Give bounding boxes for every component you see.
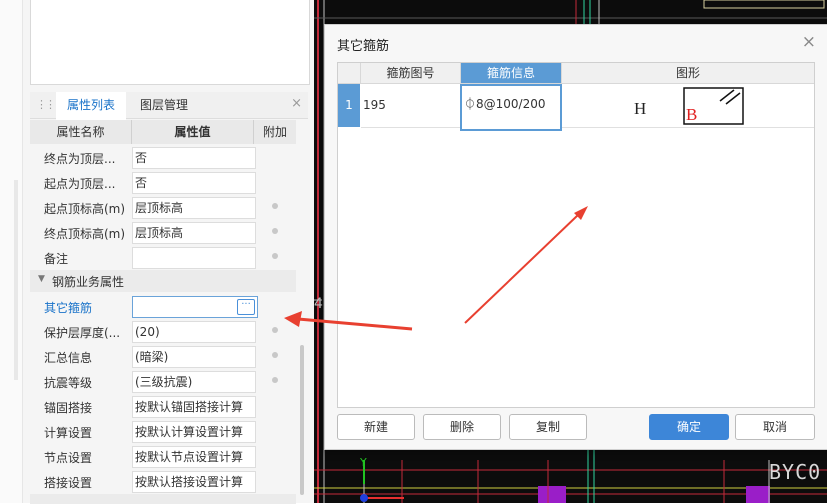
cad-rect xyxy=(703,0,825,9)
tab-property-list[interactable]: 属性列表 xyxy=(56,92,126,120)
table-row: 搭接设置 按默认搭接设置计算 xyxy=(30,470,296,495)
group-header-rebar[interactable]: ▼ 钢筋业务属性 xyxy=(30,270,296,292)
new-button[interactable]: 新建 xyxy=(337,414,415,440)
property-value[interactable]: 按默认搭接设置计算 xyxy=(132,471,256,493)
row-number[interactable]: 1 xyxy=(338,84,360,127)
table-row: 保护层厚度(... (20) xyxy=(30,320,296,345)
stirrup-grid: 箍筋图号 箍筋信息 图形 1 195 ⏀8@100/200 H B xyxy=(337,62,815,408)
close-icon[interactable]: × xyxy=(802,32,816,52)
caret-down-icon: ▼ xyxy=(38,274,45,284)
grid-corner xyxy=(338,63,361,84)
other-stirrup-field[interactable]: ··· xyxy=(132,296,258,318)
table-row: 计算设置 按默认计算设置计算 xyxy=(30,420,296,445)
cancel-button[interactable]: 取消 xyxy=(735,414,815,440)
property-name-other-stirrup: 其它箍筋 xyxy=(44,301,93,315)
extra-dot-icon[interactable] xyxy=(272,327,278,333)
table-row: 终点为顶层... 否 xyxy=(30,146,296,171)
dialog-title: 其它箍筋 xyxy=(337,39,390,54)
shape-label-h: H xyxy=(634,99,646,118)
property-value[interactable]: 按默认计算设置计算 xyxy=(132,421,256,443)
property-name: 起点顶标高(m) xyxy=(44,202,126,216)
ellipsis-button[interactable]: ··· xyxy=(237,299,255,315)
close-icon[interactable]: × xyxy=(291,96,302,111)
property-value[interactable] xyxy=(132,247,256,269)
property-value[interactable]: 按默认锚固搭接计算 xyxy=(132,396,256,418)
left-edge-strip xyxy=(0,0,23,503)
cad-text: BYC0 xyxy=(769,460,822,484)
extra-dot-icon[interactable] xyxy=(272,203,278,209)
table-row: 起点顶标高(m) 层顶标高 xyxy=(30,196,296,221)
property-name: 搭接设置 xyxy=(44,476,93,490)
column-header-shape-no[interactable]: 箍筋图号 xyxy=(361,63,461,84)
cell-shape-no[interactable]: 195 xyxy=(361,84,461,128)
property-value[interactable]: 层顶标高 xyxy=(132,197,256,219)
column-header-name: 属性名称 xyxy=(30,120,132,144)
table-row: 其它箍筋 ··· xyxy=(30,295,296,320)
property-name: 锚固搭接 xyxy=(44,401,93,415)
extra-dot-icon[interactable] xyxy=(272,228,278,234)
property-name: 抗震等级 xyxy=(44,376,93,390)
property-name: 汇总信息 xyxy=(44,351,93,365)
ucs-origin xyxy=(360,494,368,502)
property-value[interactable]: 否 xyxy=(132,147,256,169)
property-value[interactable]: 否 xyxy=(132,172,256,194)
panel-top-area xyxy=(30,0,310,85)
axis-marker: 4 xyxy=(314,296,323,312)
property-value[interactable]: 按默认节点设置计算 xyxy=(132,446,256,468)
property-value[interactable]: (20) xyxy=(132,321,256,343)
cad-column xyxy=(746,486,770,503)
other-stirrup-dialog: 其它箍筋 × 箍筋图号 箍筋信息 图形 1 195 ⏀8@100/200 H B… xyxy=(324,24,827,450)
shape-label-b: B xyxy=(686,105,697,124)
column-header-info[interactable]: 箍筋信息 xyxy=(461,63,562,84)
property-name: 终点顶标高(m) xyxy=(44,227,126,241)
extra-dot-icon[interactable] xyxy=(272,253,278,259)
stirrup-shape-drawing: H B xyxy=(634,87,744,125)
property-value[interactable]: (三级抗震) xyxy=(132,371,256,393)
cad-column xyxy=(538,486,566,503)
drag-grip-icon[interactable]: ⋮⋮ xyxy=(36,98,56,111)
delete-button[interactable]: 删除 xyxy=(423,414,501,440)
property-name: 计算设置 xyxy=(44,426,93,440)
property-name: 保护层厚度(... xyxy=(44,326,121,340)
cell-stirrup-info[interactable]: ⏀8@100/200 xyxy=(460,84,562,131)
property-name: 起点为顶层... xyxy=(44,177,116,191)
extra-dot-icon[interactable] xyxy=(272,352,278,358)
group-title: 钢筋业务属性 xyxy=(52,275,125,289)
property-name: 备注 xyxy=(44,252,69,266)
edge-mark xyxy=(14,180,18,380)
cell-figure[interactable]: H B xyxy=(562,84,814,128)
property-value[interactable]: (暗梁) xyxy=(132,346,256,368)
copy-button[interactable]: 复制 xyxy=(509,414,587,440)
table-row: 抗震等级 (三级抗震) xyxy=(30,370,296,395)
table-row: 起点为顶层... 否 xyxy=(30,171,296,196)
scrollbar[interactable] xyxy=(300,345,304,495)
property-panel: ⋮⋮ 属性列表 图层管理 × 属性名称 属性值 附加 终点为顶层... 否 起点… xyxy=(0,0,314,504)
table-row: 汇总信息 (暗梁) xyxy=(30,345,296,370)
column-header-extra: 附加 xyxy=(254,120,296,144)
property-name: 节点设置 xyxy=(44,451,93,465)
column-header-figure[interactable]: 图形 xyxy=(562,63,814,84)
panel-header: ⋮⋮ 属性列表 图层管理 × xyxy=(30,92,308,120)
column-header-value: 属性值 xyxy=(132,120,254,144)
axis-y-label: Y xyxy=(360,456,367,469)
table-row: 终点顶标高(m) 层顶标高 xyxy=(30,221,296,246)
property-value[interactable]: 层顶标高 xyxy=(132,222,256,244)
tab-layer-management[interactable]: 图层管理 xyxy=(128,92,200,118)
table-row: 备注 xyxy=(30,246,296,271)
table-row: 节点设置 按默认节点设置计算 xyxy=(30,445,296,470)
property-name: 终点为顶层... xyxy=(44,152,116,166)
table-row: 锚固搭接 按默认锚固搭接计算 xyxy=(30,395,296,420)
extra-dot-icon[interactable] xyxy=(272,377,278,383)
ok-button[interactable]: 确定 xyxy=(649,414,729,440)
